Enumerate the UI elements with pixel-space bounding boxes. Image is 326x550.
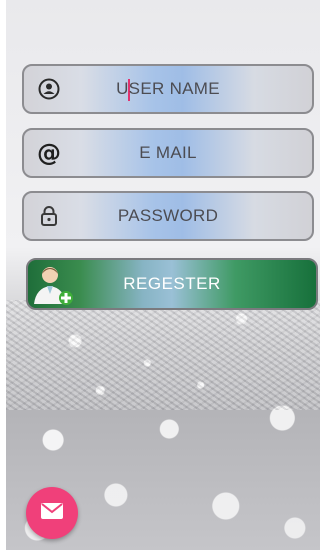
email-field[interactable]: @ E MAIL [22, 128, 314, 178]
username-field[interactable]: USER NAME [22, 64, 314, 114]
mail-fab-button[interactable] [26, 487, 78, 539]
password-field[interactable]: PASSWORD [22, 191, 314, 241]
register-button[interactable]: REGESTER [26, 258, 318, 310]
mail-icon [41, 502, 63, 524]
email-placeholder: E MAIL [139, 143, 197, 162]
glitter-background [6, 300, 320, 410]
password-placeholder: PASSWORD [117, 206, 219, 225]
register-label: REGESTER [123, 274, 221, 293]
username-placeholder: USER NAME [116, 79, 220, 98]
app-screen: USER NAME @ E MAIL PASSWORD REGESTER [6, 0, 320, 550]
